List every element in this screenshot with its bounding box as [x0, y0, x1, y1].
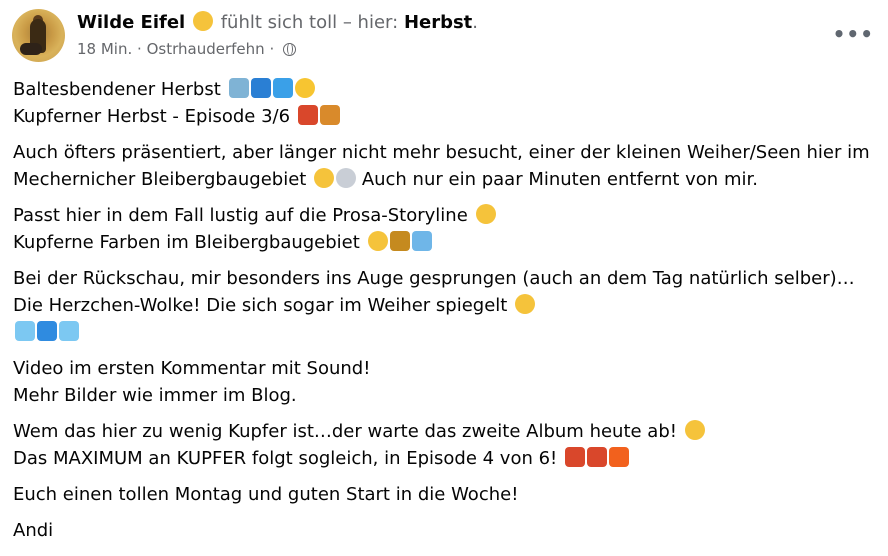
avatar[interactable]	[12, 9, 65, 62]
post-line-text: Kupferne Farben im Bleibergbaugebiet	[13, 232, 360, 253]
post-paragraph: Euch einen tollen Montag und guten Start…	[13, 481, 880, 508]
wave-icon	[250, 78, 271, 98]
meta-separator: ·	[137, 40, 142, 58]
post-line: Wem das hier zu wenig Kupfer ist…der war…	[13, 418, 880, 445]
post-line-text: Euch einen tollen Montag und guten Start…	[13, 484, 519, 505]
landscape-icon	[389, 231, 410, 251]
post-line: Video im ersten Kommentar mit Sound!	[13, 355, 880, 382]
smiling-face-icon	[314, 168, 335, 188]
smiling-face-icon	[192, 11, 213, 31]
post-header: Wilde Eifel fühlt sich toll – hier: Herb…	[12, 9, 888, 65]
sun-icon	[294, 78, 315, 98]
post-line-text: Wem das hier zu wenig Kupfer ist…der war…	[13, 421, 677, 442]
light-blue-heart-icon	[59, 321, 79, 341]
globe-icon[interactable]	[283, 43, 296, 56]
post-line-text: Kupferner Herbst - Episode 3/6	[13, 106, 291, 127]
droplet-icon	[272, 78, 293, 98]
post-paragraph: Auch öfters präsentiert, aber länger nic…	[13, 139, 880, 193]
feeling-place-link[interactable]: Herbst	[404, 12, 472, 33]
blue-heart-icon	[37, 321, 57, 341]
post-line: Kupferner Herbst - Episode 3/6	[13, 103, 880, 130]
post-line-text: Das MAXIMUM an KUPFER folgt sogleich, in…	[13, 448, 558, 469]
feeling-prefix: fühlt sich toll – hier:	[220, 12, 399, 33]
light-blue-heart-icon	[15, 321, 35, 341]
post-line	[13, 319, 880, 346]
post-line-text: Video im ersten Kommentar mit Sound!	[13, 358, 371, 379]
maple-leaf-icon	[297, 105, 318, 125]
post-line: Die Herzchen-Wolke! Die sich sogar im We…	[13, 292, 880, 319]
fallen-leaf-icon	[319, 105, 340, 125]
post-line-text: Die Herzchen-Wolke! Die sich sogar im We…	[13, 295, 508, 316]
post-line-text-after: Auch nur ein paar Minuten entfernt von m…	[361, 169, 758, 190]
fire-icon	[609, 447, 630, 467]
post-line: Andi	[13, 517, 880, 544]
author-name[interactable]: Wilde Eifel	[77, 12, 185, 33]
post-paragraph: Video im ersten Kommentar mit Sound! Mehr…	[13, 355, 880, 409]
post-line: Euch einen tollen Montag und guten Start…	[13, 481, 880, 508]
post-line: Bei der Rückschau, mir besonders ins Aug…	[13, 265, 880, 292]
avatar-dog	[20, 43, 42, 55]
star-struck-face-icon	[515, 294, 536, 314]
feeling-suffix: .	[472, 12, 479, 33]
post-line-text: Baltesbendener Herbst	[13, 79, 221, 100]
maple-leaf-icon	[565, 447, 586, 467]
post-location[interactable]: Ostrhauderfehn	[147, 40, 265, 58]
post-line: Baltesbendener Herbst	[13, 76, 880, 103]
eye-icon	[336, 168, 357, 188]
post-line: Mechernicher Bleibergbaugebiet Auch nur …	[13, 166, 880, 193]
post-line-text: Mehr Bilder wie immer im Blog.	[13, 385, 297, 406]
house-tree-icon	[228, 78, 249, 98]
post-meta: 18 Min. · Ostrhauderfehn ·	[77, 40, 296, 58]
post-paragraph: Passt hier in dem Fall lustig auf die Pr…	[13, 202, 880, 256]
post-line: Passt hier in dem Fall lustig auf die Pr…	[13, 202, 880, 229]
cactus-icon	[587, 447, 608, 467]
meta-separator-2: ·	[269, 40, 275, 58]
more-options-icon[interactable]: •••	[833, 22, 874, 46]
post-paragraph: Wem das hier zu wenig Kupfer ist…der war…	[13, 418, 880, 472]
grinning-face-icon	[475, 204, 496, 224]
post-paragraph: Andi	[13, 517, 880, 544]
post-paragraph: Bei der Rückschau, mir besonders ins Aug…	[13, 265, 880, 346]
post-line-text: Mechernicher Bleibergbaugebiet	[13, 169, 307, 190]
post-line: Das MAXIMUM an KUPFER folgt sogleich, in…	[13, 445, 880, 472]
post-body: Baltesbendener Herbst Kupferner Herbst -…	[13, 76, 880, 553]
post-line-text: Passt hier in dem Fall lustig auf die Pr…	[13, 205, 468, 226]
post-line-text: Andi	[13, 520, 54, 541]
post-paragraph: Baltesbendener Herbst Kupferner Herbst -…	[13, 76, 880, 130]
lake-icon	[411, 231, 432, 251]
post-line-text: Auch öfters präsentiert, aber länger nic…	[13, 142, 870, 163]
post-time[interactable]: 18 Min.	[77, 40, 132, 58]
grinning-face-icon	[684, 420, 705, 440]
partying-face-icon	[367, 231, 388, 251]
post-title-line: Wilde Eifel fühlt sich toll – hier: Herb…	[77, 11, 478, 33]
post-line: Mehr Bilder wie immer im Blog.	[13, 382, 880, 409]
post-line: Kupferne Farben im Bleibergbaugebiet	[13, 229, 880, 256]
post-line-text: Bei der Rückschau, mir besonders ins Aug…	[13, 268, 855, 289]
post-line: Auch öfters präsentiert, aber länger nic…	[13, 139, 880, 166]
